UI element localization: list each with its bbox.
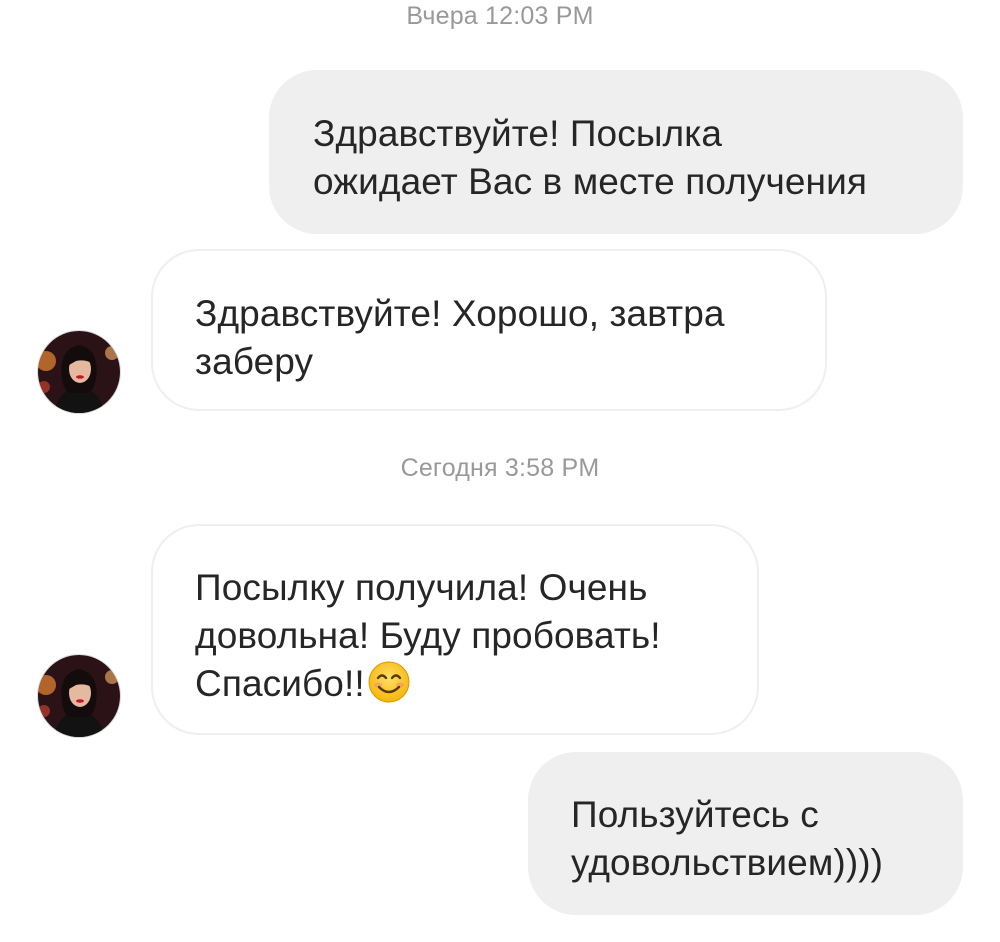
message-bubble-outgoing[interactable]: Здравствуйте! Посылка ожидает Вас в мест… [269,70,963,234]
avatar-photo-icon [38,655,120,737]
message-text: Посылку получила! Очень [195,567,648,608]
message-text: ожидает Вас в месте получения [313,161,867,202]
message-text: довольна! Буду пробовать! [195,615,661,656]
message-bubble-incoming[interactable]: Здравствуйте! Хорошо, завтра заберу [151,249,827,411]
message-text: Спасибо!! [195,663,365,704]
message-bubble-incoming[interactable]: Посылку получила! Очень довольна! Буду п… [151,524,759,735]
message-text: Пользуйтесь с [571,794,819,835]
avatar[interactable] [38,655,120,737]
avatar-photo-icon [38,331,120,413]
message-text: удовольствием)))) [571,842,884,883]
timestamp: Вчера 12:03 PM [406,2,594,30]
smiling-face-emoji-icon [368,661,410,703]
avatar[interactable] [38,331,120,413]
message-text: Здравствуйте! Посылка [313,113,722,154]
message-text: заберу [195,341,314,382]
message-text: Здравствуйте! Хорошо, завтра [195,293,725,334]
timestamp: Сегодня 3:58 PM [400,454,600,482]
message-bubble-outgoing[interactable]: Пользуйтесь с удовольствием)))) [528,752,963,915]
